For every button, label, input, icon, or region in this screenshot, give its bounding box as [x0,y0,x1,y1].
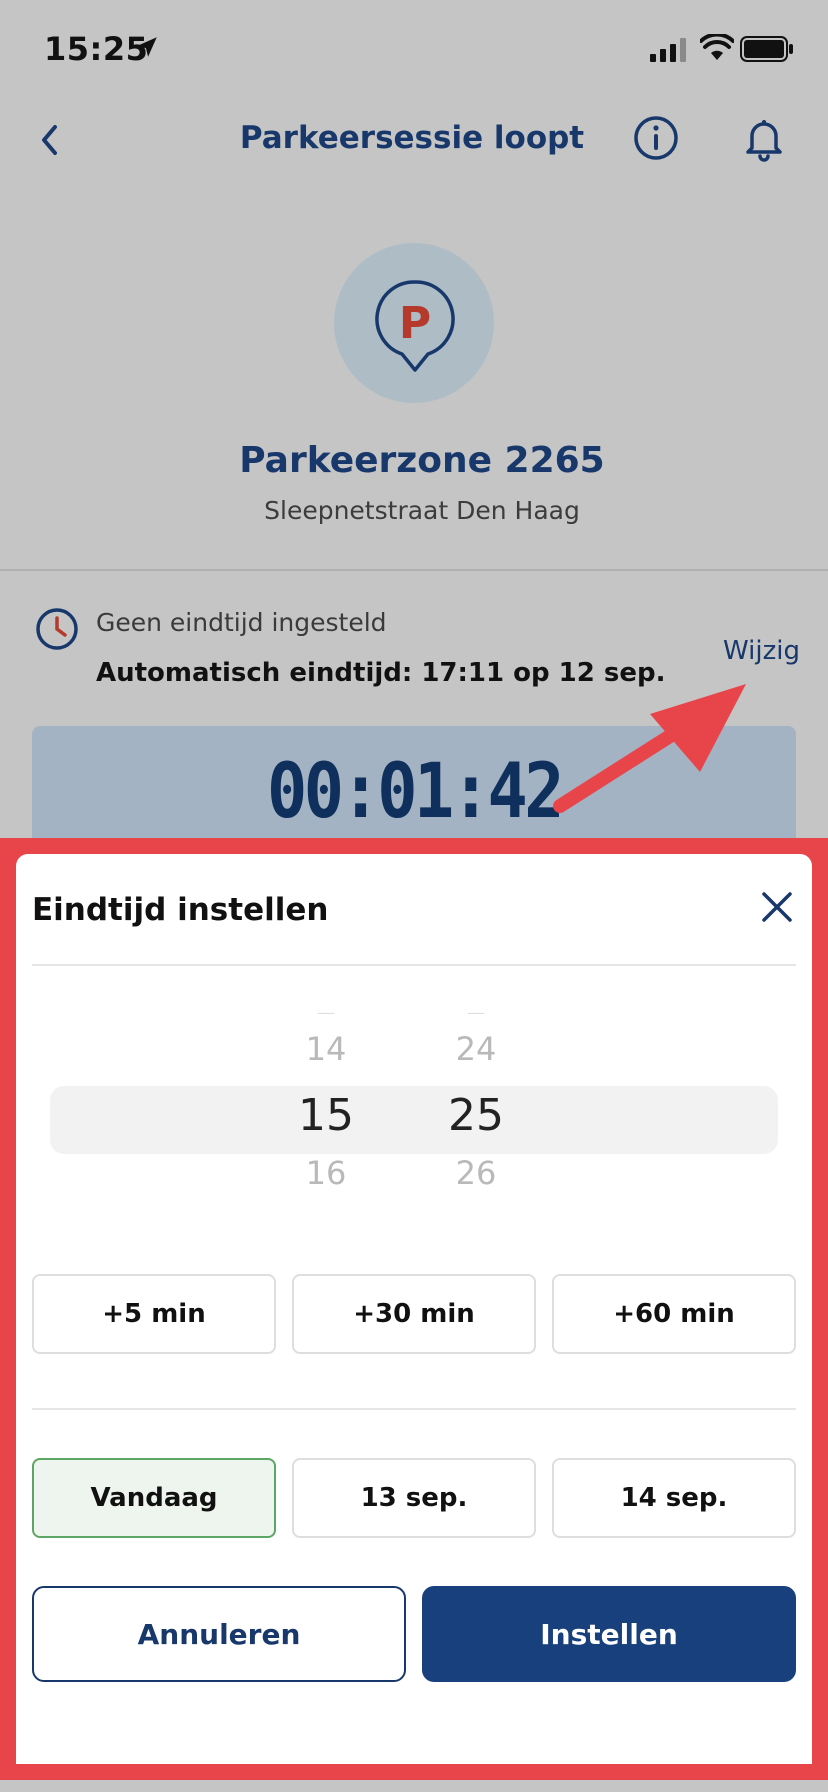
parking-pin-icon: P [372,278,458,378]
status-bar: 15:25 [0,0,828,100]
close-icon [762,892,792,922]
annotation-arrow [553,684,746,813]
no-end-time-text: Geen eindtijd ingesteld [96,608,387,637]
hour-wheel-fade-top: ‾‾ [318,1010,334,1029]
minute-selected[interactable]: 25 [436,1090,516,1141]
increment-button-row: +5 min +30 min +60 min [32,1274,796,1354]
notifications-button[interactable] [740,114,788,162]
day-today-button[interactable]: Vandaag [32,1458,276,1538]
hour-option[interactable]: 16 [286,1154,366,1192]
hour-option[interactable]: 14 [286,1030,366,1068]
day-13-sep-button[interactable]: 13 sep. [292,1458,536,1538]
signal-icon [650,38,690,66]
close-button[interactable] [754,884,800,930]
edit-end-time-link[interactable]: Wijzig [723,636,800,666]
day-14-sep-button[interactable]: 14 sep. [552,1458,796,1538]
location-arrow-icon [134,34,160,64]
wifi-icon [699,32,735,66]
confirm-button[interactable]: Instellen [422,1586,796,1682]
time-picker-selection-band [50,1086,778,1154]
divider [0,569,828,571]
divider [32,964,796,966]
info-button[interactable] [632,114,680,162]
svg-text:P: P [399,298,431,349]
nav-bar: Parkeersessie loopt [0,100,828,180]
info-icon [634,116,678,160]
add-30-min-button[interactable]: +30 min [292,1274,536,1354]
clock-icon [34,606,80,656]
end-time-sheet: Eindtijd instellen ‾‾ 14 15 16 ‾‾ 24 25 … [16,854,812,1764]
bell-icon [746,120,782,162]
minute-option[interactable]: 24 [436,1030,516,1068]
sheet-title: Eindtijd instellen [32,892,329,928]
battery-icon [740,36,794,66]
divider [32,1408,796,1410]
zone-title: Parkeerzone 2265 [239,440,605,481]
status-time: 15:25 [44,30,149,68]
add-5-min-button[interactable]: +5 min [32,1274,276,1354]
minute-option[interactable]: 26 [436,1154,516,1192]
zone-address: Sleepnetstraat Den Haag [264,496,580,525]
day-button-row: Vandaag 13 sep. 14 sep. [32,1458,796,1538]
add-60-min-button[interactable]: +60 min [552,1274,796,1354]
cancel-button[interactable]: Annuleren [32,1586,406,1682]
minute-wheel-fade-top: ‾‾ [468,1010,484,1029]
hour-selected[interactable]: 15 [286,1090,366,1141]
page-title: Parkeersessie loopt [239,120,585,156]
